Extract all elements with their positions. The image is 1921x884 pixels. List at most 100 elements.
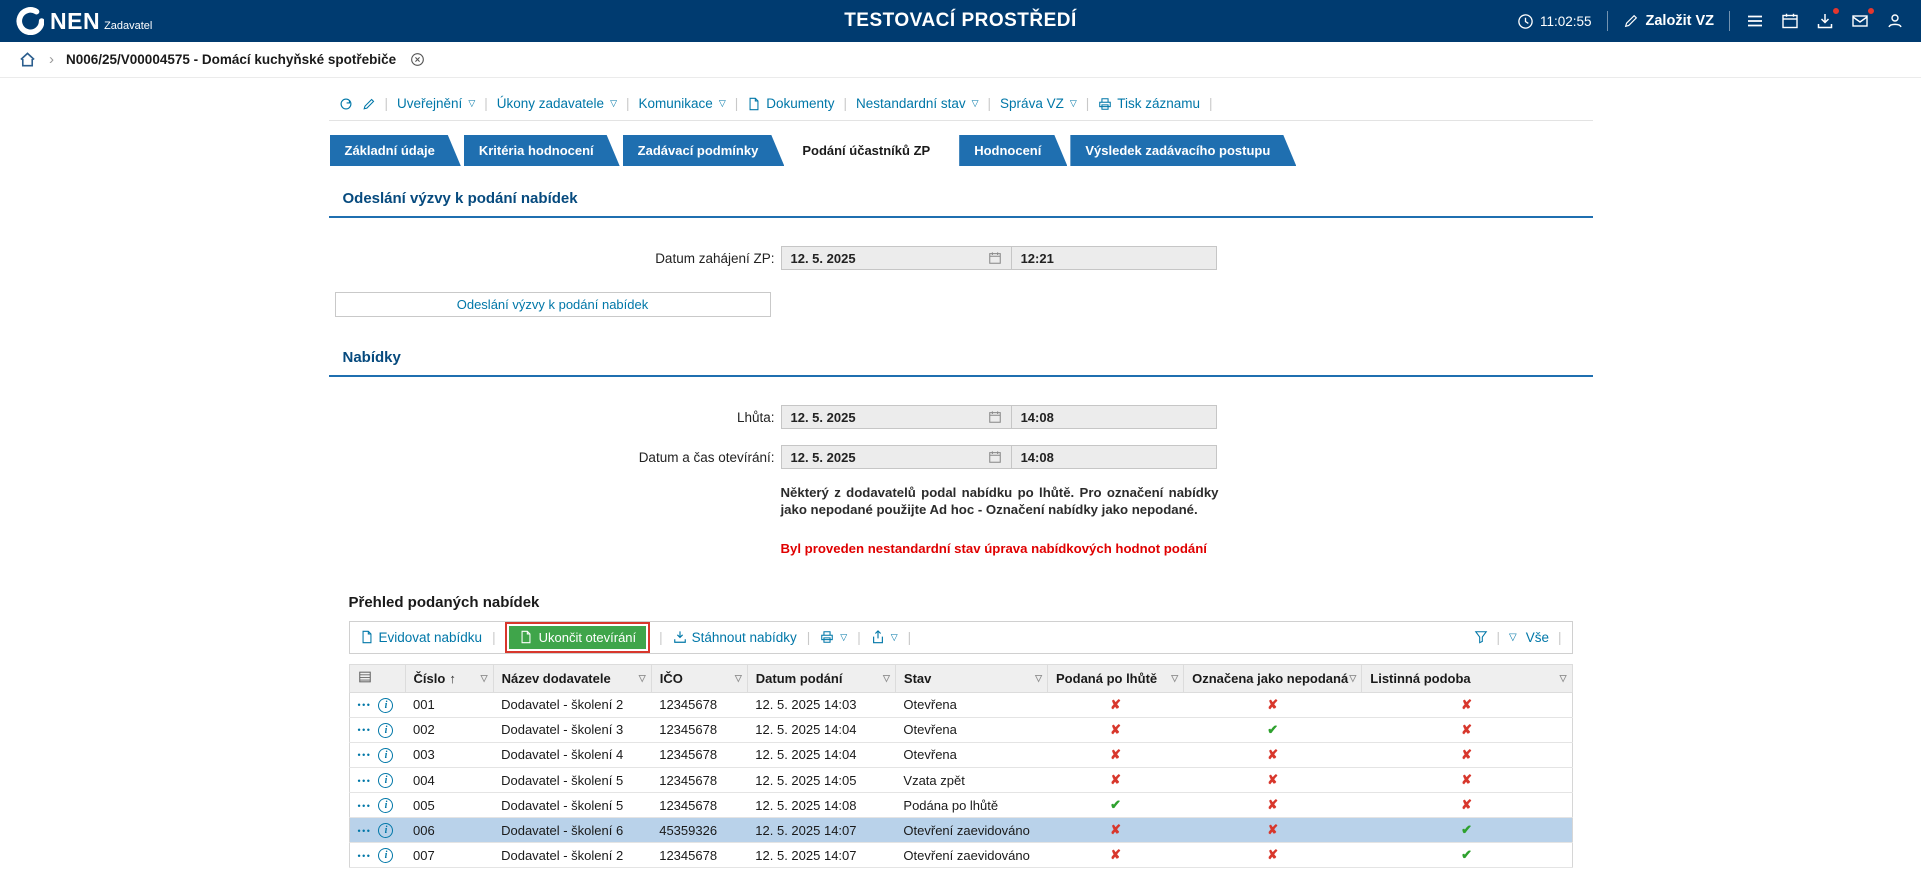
toolbar-item-ukony-zadavatele[interactable]: Úkony zadavatele▽	[497, 96, 617, 111]
column-header-stav[interactable]: Stav▽	[895, 664, 1047, 692]
stahnout-nabidky-link[interactable]: Stáhnout nabídky	[673, 630, 797, 645]
filter-icon[interactable]: ▽	[1171, 673, 1178, 684]
deadline-time-input[interactable]: 14:08	[1011, 405, 1217, 429]
cross-icon: ✘	[1461, 722, 1472, 737]
cell-late: ✔	[1048, 793, 1184, 818]
deadline-date-input[interactable]: 12. 5. 2025	[781, 405, 1012, 429]
download-icon[interactable]	[1815, 11, 1835, 31]
table-row[interactable]: •••i003Dodavatel - školení 41234567812. …	[349, 742, 1572, 767]
row-menu-icon[interactable]: •••	[358, 801, 372, 811]
cell-row-actions: ••• i	[349, 767, 405, 792]
ukoncit-otevirani-button[interactable]: Ukončit otevírání	[509, 626, 647, 649]
filter-icon[interactable]: ▽	[1560, 673, 1567, 684]
cell-late: ✘	[1048, 742, 1184, 767]
row-menu-icon[interactable]: •••	[358, 750, 372, 760]
tab-vysledek-zadavaciho-postupu[interactable]: Výsledek zadávacího postupu	[1070, 135, 1296, 166]
column-header-podana-po-lhute[interactable]: Podaná po lhůtě▽	[1048, 664, 1184, 692]
export-menu[interactable]: ▽	[871, 630, 898, 644]
filter-funnel-icon[interactable]	[1474, 630, 1488, 644]
cell-marked-not-submitted: ✘	[1184, 793, 1362, 818]
cell-marked-not-submitted: ✔	[1184, 717, 1362, 742]
toolbar-item-dokumenty[interactable]: Dokumenty	[747, 96, 834, 111]
info-icon[interactable]: i	[378, 698, 393, 713]
table-row[interactable]: •••i004Dodavatel - školení 51234567812. …	[349, 767, 1572, 792]
column-header-nazev-dodavatele[interactable]: Název dodavatele▽	[493, 664, 651, 692]
section-title-invitation: Odeslání výzvy k podání nabídek	[329, 184, 1593, 218]
info-icon[interactable]: i	[378, 798, 393, 813]
print-menu[interactable]: ▽	[820, 630, 847, 644]
filter-icon[interactable]: ▽	[883, 673, 890, 684]
form-row-opening: Datum a čas otevírání: 12. 5. 2025 14:08	[329, 445, 1593, 469]
filter-icon[interactable]: ▽	[735, 673, 742, 684]
table-row[interactable]: •••i002Dodavatel - školení 31234567812. …	[349, 717, 1572, 742]
tab-kriteria-hodnoceni[interactable]: Kritéria hodnocení	[464, 135, 620, 166]
toolbar-item-nestandardni-stav[interactable]: Nestandardní stav▽	[856, 96, 978, 111]
opening-time-input[interactable]: 14:08	[1011, 445, 1217, 469]
cell-supplier: Dodavatel - školení 2	[493, 692, 651, 717]
close-record-icon[interactable]	[410, 52, 425, 67]
edit-record-icon[interactable]	[362, 97, 376, 111]
home-icon[interactable]	[18, 50, 37, 69]
nen-logo[interactable]: NEN Zadavatel	[16, 7, 152, 35]
filter-icon[interactable]: ▽	[639, 673, 646, 684]
column-settings-header[interactable]	[349, 664, 405, 692]
info-icon[interactable]: i	[378, 848, 393, 863]
toolbar-item-tisk-zaznamu[interactable]: Tisk záznamu	[1098, 96, 1200, 111]
column-header-oznacena-jako-nepodana[interactable]: Označena jako nepodaná▽	[1184, 664, 1362, 692]
send-invitation-button[interactable]: Odeslání výzvy k podání nabídek	[335, 292, 771, 317]
row-menu-icon[interactable]: •••	[358, 851, 372, 861]
table-row[interactable]: •••i001Dodavatel - školení 21234567812. …	[349, 692, 1572, 717]
user-icon[interactable]	[1885, 11, 1905, 31]
tab-podani-ucastniku-zp[interactable]: Podání účastníků ZP	[787, 135, 956, 166]
filter-scope-value[interactable]: Vše	[1526, 630, 1549, 645]
table-row[interactable]: •••i007Dodavatel - školení 21234567812. …	[349, 843, 1572, 868]
chevron-down-icon: ▽	[468, 99, 475, 108]
table-row[interactable]: •••i005Dodavatel - školení 51234567812. …	[349, 793, 1572, 818]
breadcrumb-chevron: ›	[49, 51, 54, 68]
row-menu-icon[interactable]: •••	[358, 826, 372, 836]
info-icon[interactable]: i	[378, 773, 393, 788]
table-row[interactable]: •••i006Dodavatel - školení 64535932612. …	[349, 818, 1572, 843]
toolbar-item-komunikace[interactable]: Komunikace▽	[639, 96, 726, 111]
filter-icon[interactable]: ▽	[1349, 673, 1356, 684]
calendar-icon[interactable]	[1780, 11, 1800, 31]
breadcrumb-record[interactable]: N006/25/V00004575 - Domácí kuchyňské spo…	[66, 52, 396, 67]
info-icon[interactable]: i	[378, 748, 393, 763]
refresh-icon[interactable]	[339, 97, 353, 111]
filter-icon[interactable]: ▽	[1035, 673, 1042, 684]
evidovat-nabidku-link[interactable]: Evidovat nabídku	[360, 630, 483, 645]
start-date-input[interactable]: 12. 5. 2025	[781, 246, 1012, 270]
cell-ico: 12345678	[651, 793, 747, 818]
cell-row-actions: ••• i	[349, 793, 405, 818]
tab-zakladni-udaje[interactable]: Základní údaje	[330, 135, 461, 166]
mail-icon[interactable]	[1850, 11, 1870, 31]
calendar-icon[interactable]	[988, 410, 1002, 424]
cross-icon: ✘	[1267, 697, 1278, 712]
row-menu-icon[interactable]: •••	[358, 700, 372, 710]
create-vz-button[interactable]: Založit VZ	[1623, 13, 1714, 29]
toolbar-item-uverejneni[interactable]: Uveřejnění ▽	[397, 96, 475, 111]
filter-icon[interactable]: ▽	[481, 673, 488, 684]
tab-zadavaci-podminky[interactable]: Zadávací podmínky	[623, 135, 785, 166]
cell-paper-form: ✘	[1362, 717, 1572, 742]
column-header-ico[interactable]: IČO▽	[651, 664, 747, 692]
row-menu-icon[interactable]: •••	[358, 776, 372, 786]
toolbar-item-label: Uveřejnění	[397, 96, 462, 111]
opening-date-input[interactable]: 12. 5. 2025	[781, 445, 1012, 469]
column-header-datum-podani[interactable]: Datum podání▽	[747, 664, 895, 692]
cell-paper-form: ✘	[1362, 793, 1572, 818]
cell-state: Otevřena	[895, 717, 1047, 742]
column-header-cislo[interactable]: Číslo↑▽	[405, 664, 493, 692]
menu-icon[interactable]	[1745, 11, 1765, 31]
start-time-input[interactable]: 12:21	[1011, 246, 1217, 270]
calendar-icon[interactable]	[988, 251, 1002, 265]
toolbar-item-sprava-vz[interactable]: Správa VZ▽	[1000, 96, 1077, 111]
info-icon[interactable]: i	[378, 823, 393, 838]
info-icon[interactable]: i	[378, 723, 393, 738]
tab-hodnoceni[interactable]: Hodnocení	[959, 135, 1067, 166]
calendar-icon[interactable]	[988, 450, 1002, 464]
column-header-listinna-podoba[interactable]: Listinná podoba▽	[1362, 664, 1572, 692]
logo-text: NEN	[50, 10, 100, 33]
chevron-down-icon[interactable]: ▽	[1509, 632, 1517, 643]
row-menu-icon[interactable]: •••	[358, 725, 372, 735]
